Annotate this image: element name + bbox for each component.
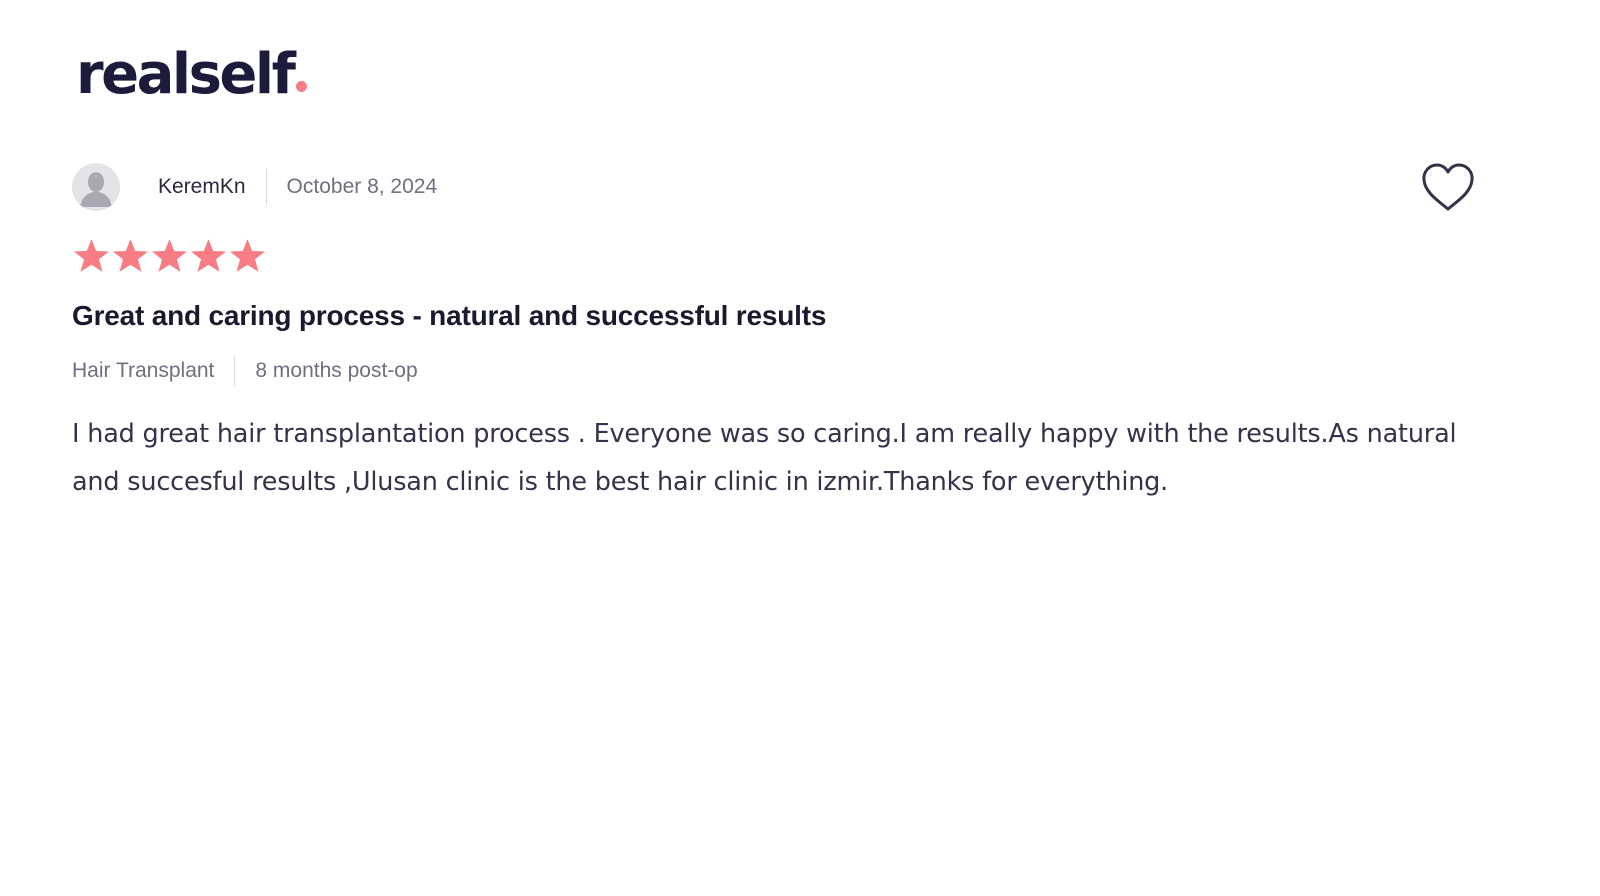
review-author[interactable]: KeremKn bbox=[158, 175, 246, 199]
star-icon bbox=[73, 239, 110, 272]
time-post-op: 8 months post-op bbox=[255, 359, 418, 382]
logo-dot bbox=[296, 81, 308, 92]
star-rating bbox=[72, 236, 267, 276]
header-divider bbox=[265, 169, 267, 205]
star-icon bbox=[112, 239, 149, 272]
review-header: KeremKn October 8, 2024 bbox=[72, 163, 437, 211]
review-body: I had great hair transplantation process… bbox=[72, 419, 1457, 497]
review-meta: Hair Transplant 8 months post-op bbox=[72, 354, 418, 388]
meta-divider bbox=[234, 356, 236, 386]
star-icon bbox=[190, 239, 227, 272]
logo-text: realself bbox=[76, 42, 296, 107]
review-date: October 8, 2024 bbox=[286, 175, 438, 198]
heart-icon[interactable] bbox=[1420, 162, 1476, 214]
realself-logo[interactable]: realself bbox=[76, 40, 308, 110]
star-icon bbox=[151, 239, 188, 272]
procedure-name[interactable]: Hair Transplant bbox=[72, 359, 214, 383]
review-title: Great and caring process - natural and s… bbox=[72, 300, 827, 331]
star-icon bbox=[229, 239, 266, 272]
user-avatar-icon[interactable] bbox=[72, 163, 120, 211]
